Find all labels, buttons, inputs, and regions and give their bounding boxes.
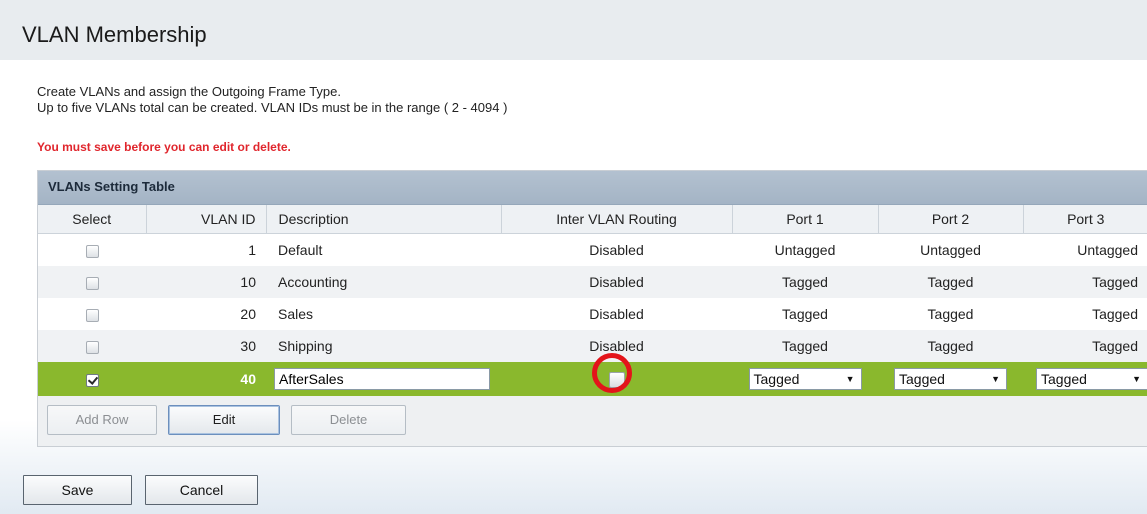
port3-cell: Untagged bbox=[1023, 233, 1147, 266]
row-select-checkbox[interactable] bbox=[85, 308, 99, 322]
row-select-checkbox[interactable] bbox=[85, 276, 99, 290]
col-port3: Port 3 bbox=[1023, 205, 1147, 234]
port2-cell: Tagged bbox=[878, 266, 1023, 298]
editing-row: 40 Tagged ▼ bbox=[38, 353, 1147, 396]
description-cell: Accounting bbox=[266, 266, 501, 298]
port1-cell: Tagged bbox=[732, 266, 878, 298]
port3-select-value: Tagged bbox=[1041, 371, 1087, 387]
col-inter-vlan: Inter VLAN Routing bbox=[501, 205, 733, 234]
vlan-id-cell: 30 bbox=[146, 330, 266, 362]
col-port1: Port 1 bbox=[732, 205, 879, 234]
vlan-id-cell: 40 bbox=[146, 362, 266, 396]
inter-vlan-checkbox-wrapper bbox=[591, 353, 632, 394]
dropdown-arrow-icon: ▼ bbox=[845, 374, 855, 384]
vlan-table: Select VLAN ID Description Inter VLAN Ro… bbox=[38, 205, 1147, 396]
vlan-id-cell: 1 bbox=[146, 233, 266, 266]
inter-vlan-cell: Disabled bbox=[501, 233, 732, 266]
table-header-row: Select VLAN ID Description Inter VLAN Ro… bbox=[38, 205, 1147, 234]
table-row: 10 Accounting Disabled Tagged Tagged Tag… bbox=[38, 266, 1147, 298]
intro-text: Create VLANs and assign the Outgoing Fra… bbox=[37, 84, 507, 116]
port1-cell: Tagged bbox=[732, 298, 878, 330]
row-select-checkbox-checked[interactable] bbox=[85, 373, 99, 387]
dropdown-arrow-icon: ▼ bbox=[991, 374, 1000, 384]
save-button[interactable]: Save bbox=[23, 475, 132, 505]
dropdown-arrow-icon: ▼ bbox=[1132, 374, 1141, 384]
delete-button[interactable]: Delete bbox=[291, 405, 406, 435]
port1-cell: Untagged bbox=[732, 233, 878, 266]
description-cell: Shipping bbox=[266, 330, 501, 362]
table-row: 20 Sales Disabled Tagged Tagged Tagged bbox=[38, 298, 1147, 330]
port3-cell: Tagged bbox=[1023, 330, 1147, 362]
panel-title: VLANs Setting Table bbox=[48, 179, 175, 194]
port1-select[interactable]: Tagged ▼ bbox=[748, 368, 862, 390]
edit-button[interactable]: Edit bbox=[168, 405, 280, 435]
port3-select[interactable]: Tagged ▼ bbox=[1036, 368, 1147, 390]
save-warning: You must save before you can edit or del… bbox=[37, 140, 291, 154]
cancel-button[interactable]: Cancel bbox=[145, 475, 258, 505]
table-row: 1 Default Disabled Untagged Untagged Unt… bbox=[38, 233, 1147, 266]
port2-select-value: Tagged bbox=[899, 371, 945, 387]
port2-cell: Tagged bbox=[878, 298, 1023, 330]
vlan-settings-panel: VLANs Setting Table Select VLAN ID Descr… bbox=[37, 170, 1147, 447]
page-header: VLAN Membership bbox=[0, 0, 1147, 60]
add-row-button[interactable]: Add Row bbox=[47, 405, 157, 435]
port3-cell: Tagged bbox=[1023, 298, 1147, 330]
port1-cell: Tagged bbox=[732, 330, 878, 362]
intro-line-2: Up to five VLANs total can be created. V… bbox=[37, 100, 508, 115]
col-vlan-id: VLAN ID bbox=[146, 205, 267, 234]
col-select: Select bbox=[38, 205, 147, 234]
page-title: VLAN Membership bbox=[22, 22, 207, 47]
port2-cell: Tagged bbox=[878, 330, 1023, 362]
port1-select-value: Tagged bbox=[753, 371, 800, 387]
col-description: Description bbox=[266, 205, 502, 234]
inter-vlan-cell: Disabled bbox=[501, 266, 732, 298]
inter-vlan-cell: Disabled bbox=[501, 298, 732, 330]
vlan-id-cell: 20 bbox=[146, 298, 266, 330]
port2-cell: Untagged bbox=[878, 233, 1023, 266]
col-port2: Port 2 bbox=[878, 205, 1024, 234]
row-select-checkbox[interactable] bbox=[85, 244, 99, 258]
description-cell: Sales bbox=[266, 298, 501, 330]
table-row: 30 Shipping Disabled Tagged Tagged Tagge… bbox=[38, 330, 1147, 362]
port3-cell: Tagged bbox=[1023, 266, 1147, 298]
intro-line-1: Create VLANs and assign the Outgoing Fra… bbox=[37, 84, 341, 99]
highlight-circle bbox=[591, 353, 632, 394]
panel-title-bar: VLANs Setting Table bbox=[38, 171, 1147, 205]
port2-select[interactable]: Tagged ▼ bbox=[894, 368, 1007, 390]
row-select-checkbox[interactable] bbox=[85, 340, 99, 354]
description-input[interactable] bbox=[274, 368, 490, 390]
description-cell: Default bbox=[266, 233, 501, 266]
vlan-id-cell: 10 bbox=[146, 266, 266, 298]
